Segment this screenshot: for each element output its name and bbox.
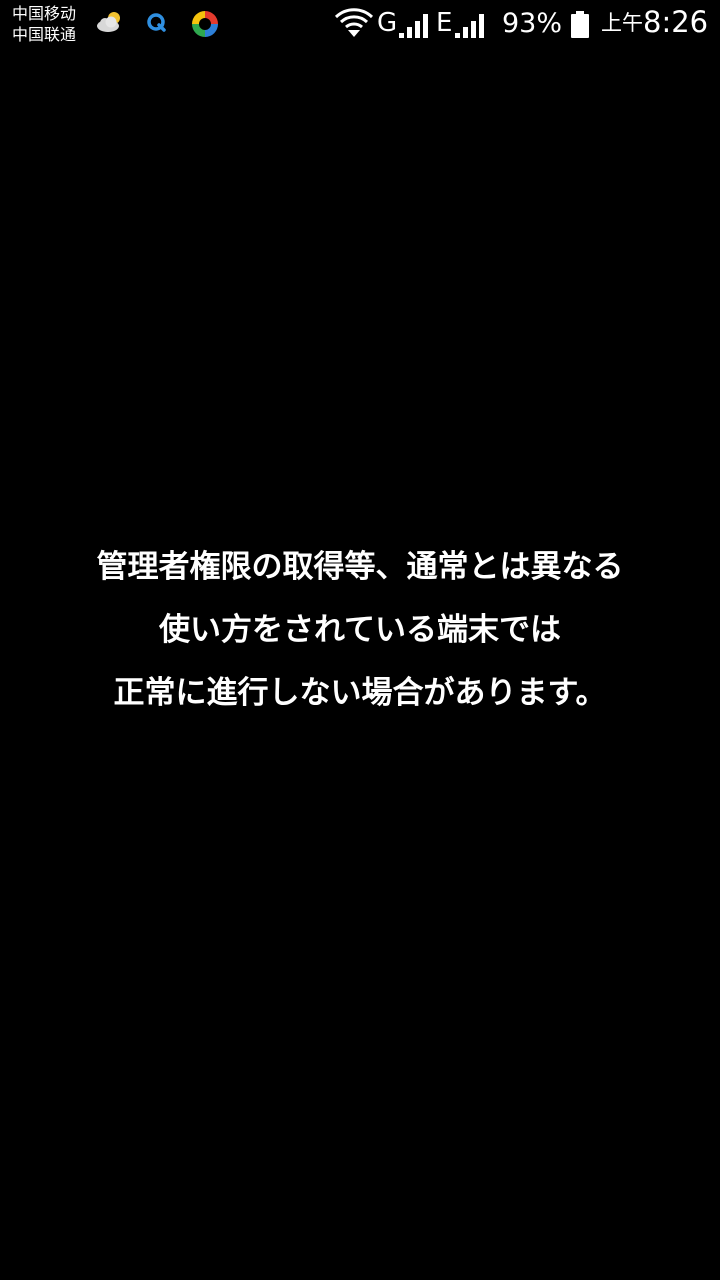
clock-period: 上午 xyxy=(601,11,643,35)
signal-strength-icon-2 xyxy=(453,11,489,43)
warning-line-1: 管理者権限の取得等、通常とは異なる xyxy=(96,549,624,585)
network-type-2: E xyxy=(436,8,453,38)
carrier-2-label: 中国联通 xyxy=(12,25,77,44)
carrier-1-label: 中国移动 xyxy=(12,4,77,23)
battery-icon xyxy=(570,11,590,43)
carrier-names: 中国移动 中国联通 xyxy=(12,3,76,45)
clock-time: 8:26 xyxy=(643,5,709,39)
photo-app-icon xyxy=(190,9,220,43)
rooted-device-warning: 管理者権限の取得等、通常とは異なる 使い方をされている端末では 正常に進行しない… xyxy=(0,536,720,725)
battery-percent: 93% xyxy=(502,8,563,39)
warning-line-2: 使い方をされている端末では xyxy=(158,612,562,648)
wifi-icon xyxy=(334,7,374,43)
signal-strength-icon xyxy=(397,11,433,43)
network-type-1: G xyxy=(377,8,398,38)
status-bar: 中国移动 中国联通 G E 93% 上午8:26 xyxy=(0,0,720,50)
clock: 上午8:26 xyxy=(601,5,708,39)
warning-line-3: 正常に進行しない場合があります。 xyxy=(113,675,607,711)
q-app-icon xyxy=(145,10,169,40)
weather-cloud-icon xyxy=(94,10,124,40)
